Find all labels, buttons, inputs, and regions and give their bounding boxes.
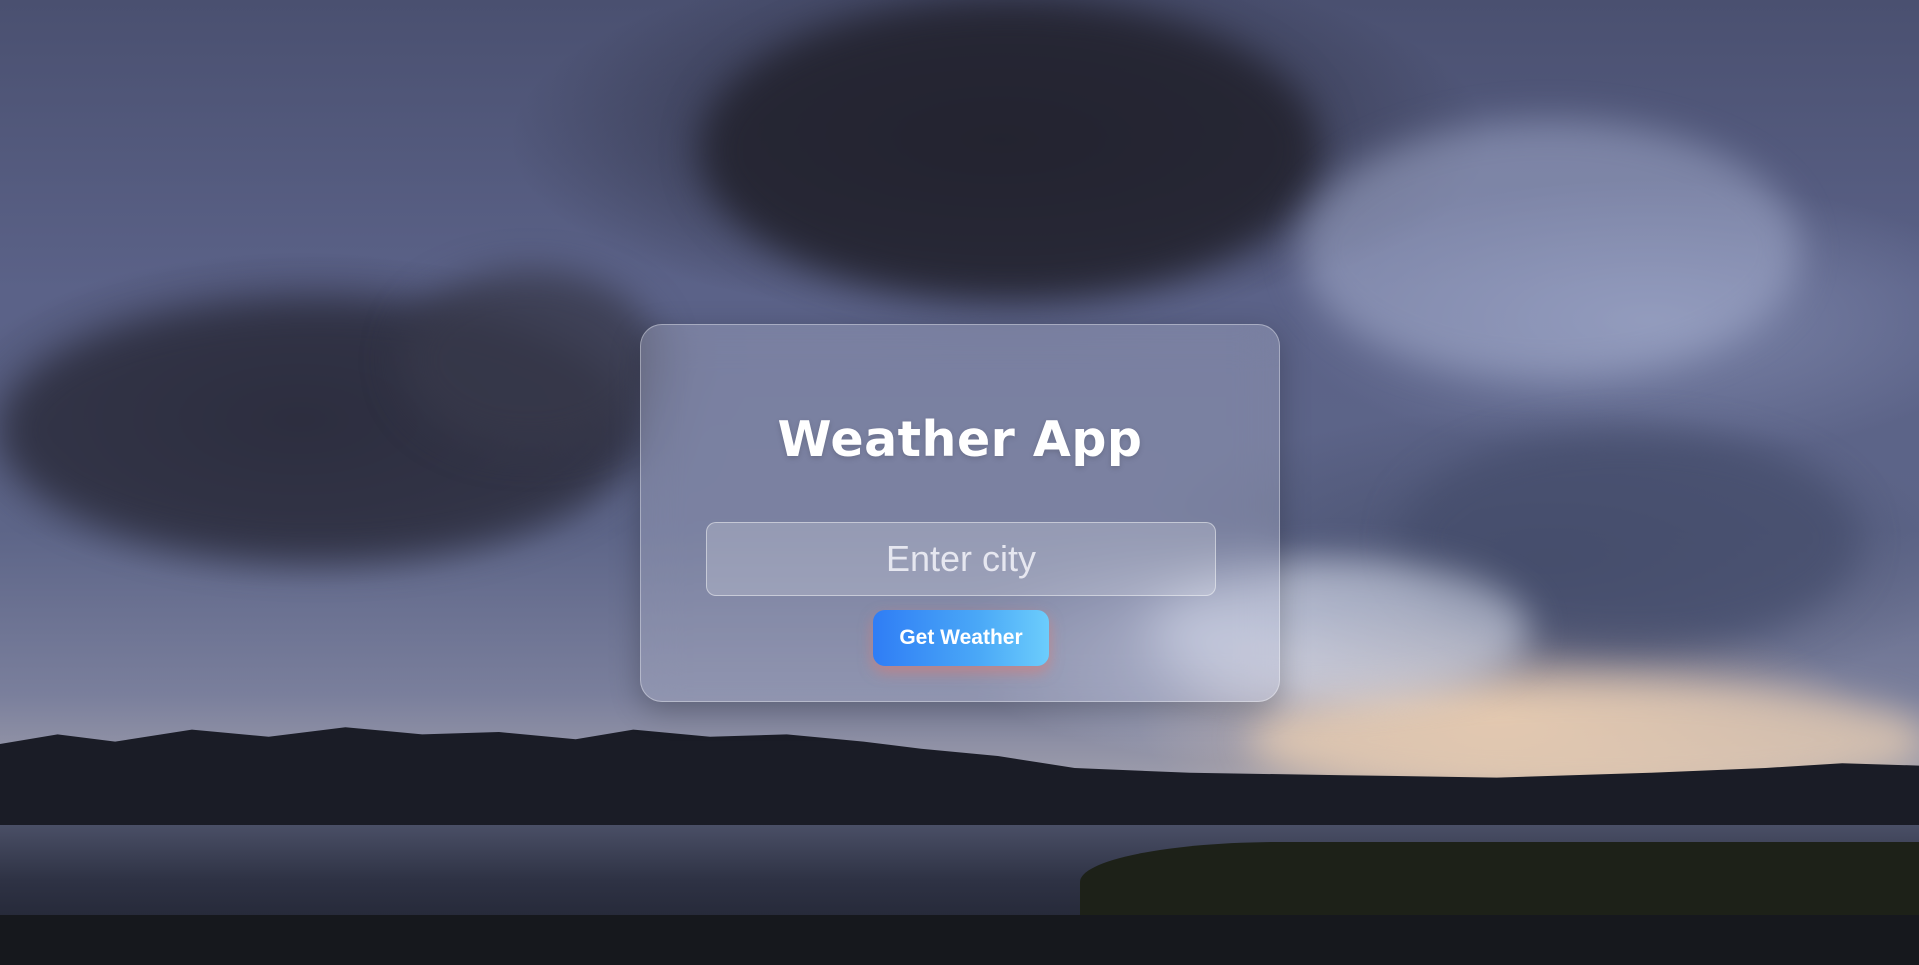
get-weather-button[interactable]: Get Weather: [873, 610, 1049, 666]
foreground-ground: [0, 915, 1919, 965]
weather-search-card: Weather App Get Weather: [640, 324, 1280, 702]
dark-storm-cloud: [700, 0, 1320, 300]
weather-app-page: Weather App Get Weather: [0, 0, 1919, 965]
light-cloud: [1300, 120, 1800, 380]
city-search-input[interactable]: [706, 522, 1216, 596]
dark-storm-cloud: [400, 270, 660, 450]
page-title: Weather App: [777, 411, 1143, 468]
